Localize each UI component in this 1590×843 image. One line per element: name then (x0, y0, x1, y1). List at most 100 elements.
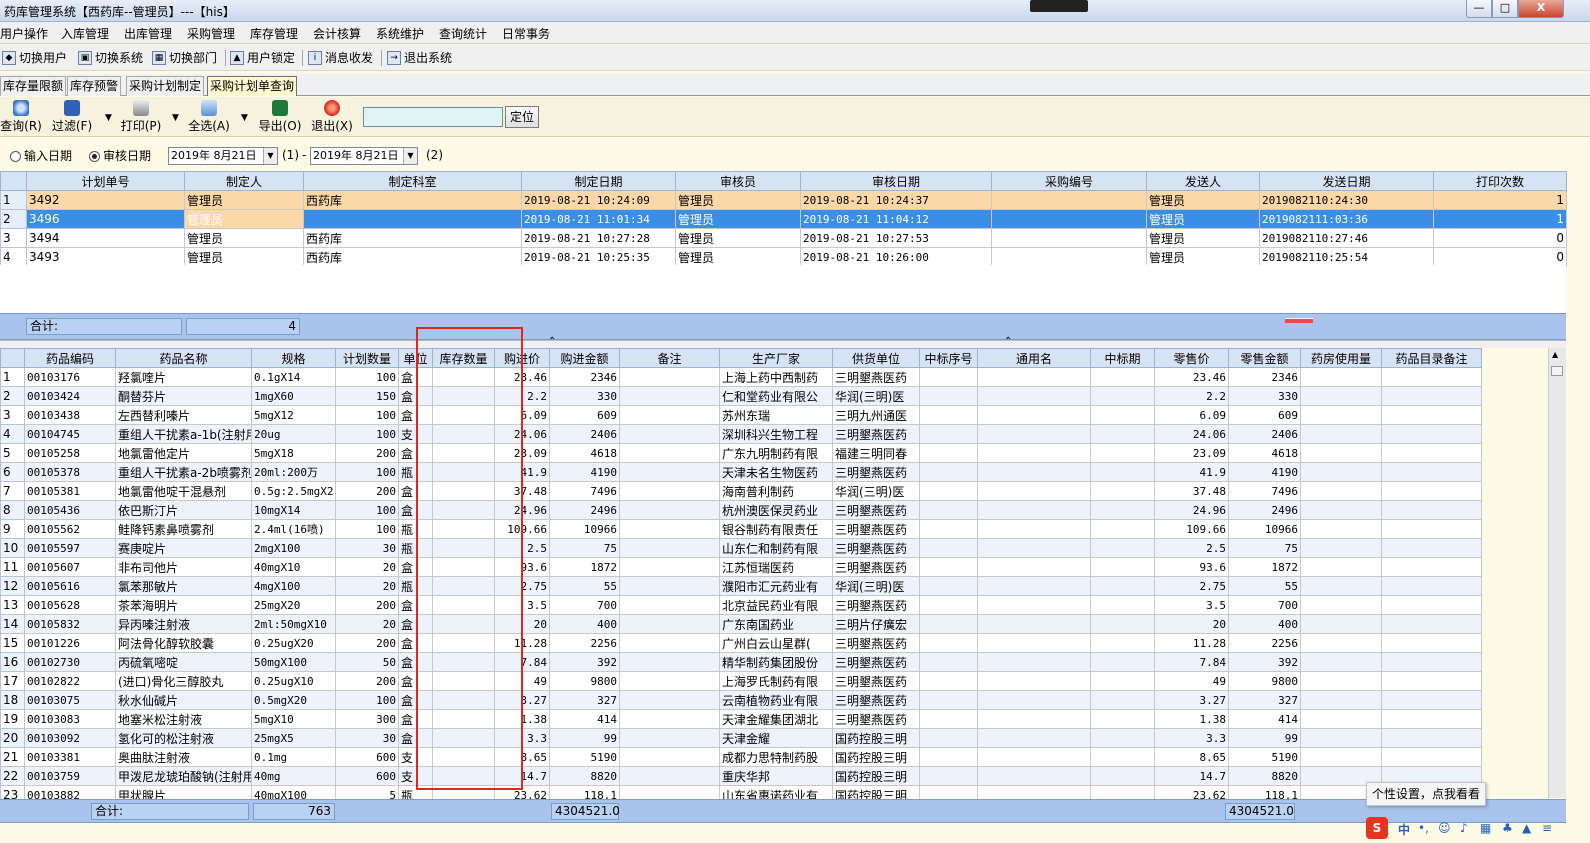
detail-cell[interactable]: 4190 (1228, 462, 1301, 482)
detail-cell[interactable]: 依巴斯汀片 (115, 500, 252, 520)
plan-cell[interactable]: 管理员 (1146, 247, 1260, 267)
detail-cell[interactable]: 24.06 (1154, 424, 1229, 444)
detail-cell[interactable] (1381, 671, 1482, 691)
detail-cell[interactable]: 5190 (1228, 747, 1301, 767)
detail-cell[interactable] (619, 500, 720, 520)
detail-cell[interactable]: 41.9 (1154, 462, 1229, 482)
detail-cell[interactable] (619, 481, 720, 501)
detail-row[interactable]: 19 00103083 地塞米松注射液 5mgX10 300 盒 1.38 414 天津金耀集团… (0, 709, 1482, 729)
select-dropdown-icon[interactable]: ▼ (241, 113, 248, 123)
detail-cell[interactable]: 海南普利制药 (719, 481, 833, 501)
detail-cell[interactable] (619, 424, 720, 444)
detail-row[interactable]: 13 00105628 茶苯海明片 25mgX20 200 盒 3.5 700 北京益民药业有限… (0, 595, 1482, 615)
detail-cell[interactable]: 100 (335, 462, 399, 482)
detail-cell[interactable] (919, 633, 978, 653)
detail-cell[interactable]: 2.5 (1154, 538, 1229, 558)
detail-cell[interactable]: 700 (1228, 595, 1301, 615)
detail-cell[interactable]: 2.2 (1154, 386, 1229, 406)
exit-system-button[interactable]: → 退出系统 (387, 49, 452, 66)
skin-icon[interactable]: ♣ (1502, 821, 1513, 835)
row-number[interactable]: 4 (0, 424, 25, 444)
detail-cell[interactable]: 濮阳市汇元药业有 (719, 576, 833, 596)
detail-cell[interactable]: 00105378 (24, 462, 116, 482)
detail-cell[interactable]: 600 (335, 766, 399, 786)
tab-plan-create[interactable]: 采购计划制定 (126, 76, 205, 96)
detail-cell[interactable]: 700 (549, 595, 620, 615)
detail-cell[interactable]: 109.66 (1154, 519, 1229, 539)
detail-cell[interactable]: 1872 (549, 557, 620, 577)
plan-cell[interactable] (991, 209, 1147, 229)
detail-cell[interactable]: 49 (1154, 671, 1229, 691)
keyboard-icon[interactable]: ▦ (1480, 821, 1491, 835)
plan-cell[interactable]: 3494 (26, 228, 185, 248)
detail-cell[interactable]: 3.5 (1154, 595, 1229, 615)
detail-cell[interactable] (619, 766, 720, 786)
plan-cell[interactable]: 2019082110:24:30 (1259, 190, 1434, 210)
col-header[interactable]: 采购编号 (991, 171, 1147, 191)
col-header[interactable]: 生产厂家 (719, 348, 833, 368)
row-number[interactable]: 1 (0, 190, 27, 210)
print-dropdown-icon[interactable]: ▼ (172, 113, 179, 123)
detail-cell[interactable] (619, 614, 720, 634)
detail-row[interactable]: 4 00104745 重组人干扰素a-1b(注射用 20ug 100 支 24.06 2406… (0, 424, 1482, 444)
detail-cell[interactable]: 00101226 (24, 633, 116, 653)
row-number[interactable]: 17 (0, 671, 25, 691)
detail-cell[interactable] (977, 614, 1091, 634)
detail-cell[interactable]: 云南植物药业有限 (719, 690, 833, 710)
detail-cell[interactable] (1381, 519, 1482, 539)
detail-cell[interactable] (1300, 481, 1382, 501)
detail-cell[interactable] (1090, 519, 1155, 539)
detail-cell[interactable]: 00105607 (24, 557, 116, 577)
radio-input-date[interactable]: 输入日期 (10, 147, 72, 164)
detail-cell[interactable] (1300, 500, 1382, 520)
detail-cell[interactable]: 天津金耀 (719, 728, 833, 748)
detail-cell[interactable]: 4mgX100 (251, 576, 336, 596)
detail-cell[interactable] (1381, 652, 1482, 672)
detail-cell[interactable] (977, 462, 1091, 482)
detail-cell[interactable] (619, 405, 720, 425)
detail-cell[interactable]: 00102822 (24, 671, 116, 691)
select-all-button[interactable]: 全选(A) (186, 100, 232, 134)
detail-row[interactable]: 5 00105258 地氯雷他定片 5mgX18 200 盒 23.09 4618 广东九明制药… (0, 443, 1482, 463)
detail-cell[interactable]: 氯苯那敏片 (115, 576, 252, 596)
detail-cell[interactable]: 1.38 (1154, 709, 1229, 729)
detail-cell[interactable]: 00105597 (24, 538, 116, 558)
detail-cell[interactable]: 北京益民药业有限 (719, 595, 833, 615)
detail-cell[interactable] (919, 481, 978, 501)
detail-cell[interactable]: 300 (335, 709, 399, 729)
detail-cell[interactable]: 三明墾燕医药 (832, 709, 920, 729)
detail-cell[interactable] (977, 728, 1091, 748)
detail-cell[interactable] (919, 367, 978, 387)
detail-cell[interactable]: 三明墾燕医药 (832, 595, 920, 615)
detail-cell[interactable]: 99 (549, 728, 620, 748)
detail-cell[interactable] (977, 576, 1091, 596)
detail-cell[interactable] (1300, 386, 1382, 406)
detail-cell[interactable] (1381, 633, 1482, 653)
plan-cell[interactable]: 管理员 (1146, 228, 1260, 248)
detail-cell[interactable] (1300, 614, 1382, 634)
minimize-button[interactable]: — (1466, 0, 1492, 18)
detail-cell[interactable] (977, 519, 1091, 539)
col-header[interactable]: 计划单号 (26, 171, 185, 191)
detail-row[interactable]: 21 00103381 奥曲肽注射液 0.1mg 600 支 8.65 5190 成都力思特制药… (0, 747, 1482, 767)
detail-cell[interactable] (1381, 462, 1482, 482)
tab-plan-query[interactable]: 采购计划单查询 (207, 76, 298, 96)
detail-cell[interactable] (619, 633, 720, 653)
detail-cell[interactable]: 三明墾燕医药 (832, 690, 920, 710)
detail-vertical-scrollbar[interactable]: ▲ (1548, 348, 1566, 798)
switch-user-button[interactable]: ◆ 切换用户 (2, 49, 67, 66)
row-number[interactable]: 13 (0, 595, 25, 615)
row-number[interactable]: 9 (0, 519, 25, 539)
row-number[interactable]: 14 (0, 614, 25, 634)
plan-cell[interactable]: 2019-08-21 10:24:09 (521, 190, 676, 210)
detail-cell[interactable]: 地氯雷他啶干混悬剂 (115, 481, 252, 501)
detail-cell[interactable]: 14.7 (1154, 766, 1229, 786)
locate-input[interactable] (363, 107, 503, 127)
detail-cell[interactable]: 仁和堂药业有限公 (719, 386, 833, 406)
detail-cell[interactable] (619, 747, 720, 767)
col-header[interactable]: 制定科室 (303, 171, 522, 191)
detail-cell[interactable] (919, 671, 978, 691)
detail-cell[interactable]: 30 (335, 538, 399, 558)
plan-cell[interactable] (303, 209, 522, 229)
detail-cell[interactable]: 国药控股三明 (832, 766, 920, 786)
